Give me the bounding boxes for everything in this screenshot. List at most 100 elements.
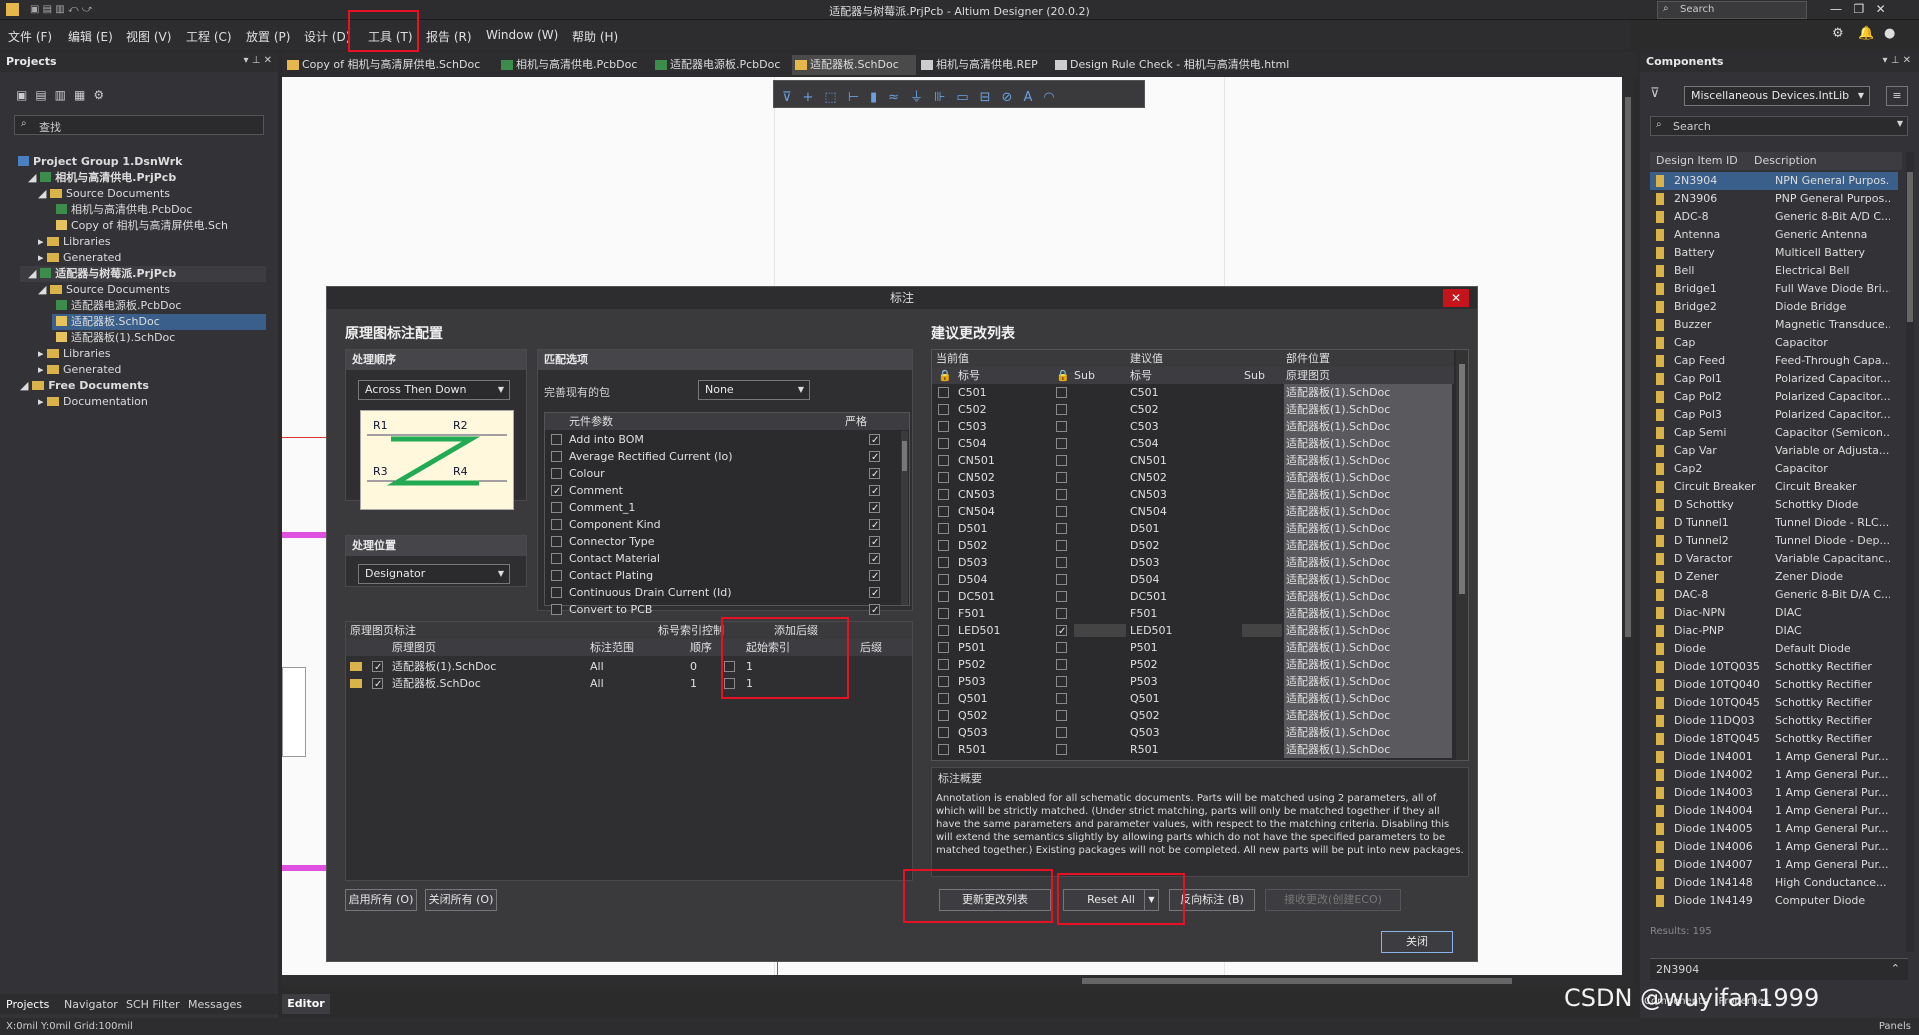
lock-sub-checkbox[interactable] bbox=[1056, 727, 1067, 738]
library-select[interactable]: Miscellaneous Devices.IntLib bbox=[1684, 86, 1870, 106]
component-row[interactable]: Diode 10TQ035 Schottky Rectifier bbox=[1650, 658, 1898, 676]
component-row[interactable]: Diode 1N4001 1 Amp General Pur... bbox=[1650, 748, 1898, 766]
param-strict-checkbox[interactable] bbox=[869, 585, 880, 602]
accept-changes-button[interactable]: 接收更改(创建ECO) bbox=[1265, 889, 1401, 911]
component-row[interactable]: Circuit Breaker Circuit Breaker bbox=[1650, 478, 1898, 496]
tree-item-schdoc3[interactable]: 适配器板(1).SchDoc bbox=[56, 330, 175, 346]
change-row[interactable]: CN504 CN504 适配器板(1).SchDoc bbox=[932, 503, 1454, 520]
lock-designator-checkbox[interactable] bbox=[938, 421, 949, 432]
canvas-vertical-scrollbar[interactable] bbox=[1622, 77, 1634, 975]
projects-toolbar-icons[interactable]: ▣▤▥▦⚙ bbox=[16, 88, 112, 102]
param-strict-checkbox[interactable] bbox=[869, 551, 880, 568]
component-row[interactable]: Buzzer Magnetic Transduce... bbox=[1650, 316, 1898, 334]
sheet-scope[interactable]: All bbox=[590, 675, 604, 692]
lock-designator-checkbox[interactable] bbox=[938, 625, 949, 636]
tab-navigator[interactable]: Navigator bbox=[64, 998, 118, 1011]
lock-designator-checkbox[interactable] bbox=[938, 591, 949, 602]
sheet-enable-checkbox[interactable] bbox=[372, 676, 383, 693]
lock-designator-checkbox[interactable] bbox=[938, 727, 949, 738]
filter-icon[interactable]: ⊽ bbox=[1650, 86, 1660, 101]
lock-designator-checkbox[interactable] bbox=[938, 659, 949, 670]
component-row[interactable]: Diode 1N4004 1 Amp General Pur... bbox=[1650, 802, 1898, 820]
lock-sub-checkbox[interactable] bbox=[1056, 489, 1067, 500]
component-row[interactable]: ADC-8 Generic 8-Bit A/D C... bbox=[1650, 208, 1898, 226]
panel-menu-icon[interactable]: ≡ bbox=[1886, 86, 1908, 106]
change-row[interactable]: P501 P501 适配器板(1).SchDoc bbox=[932, 639, 1454, 656]
settings-gear-icon[interactable]: ⚙ bbox=[1832, 26, 1844, 41]
change-row[interactable]: C504 C504 适配器板(1).SchDoc bbox=[932, 435, 1454, 452]
tree-item-free-docs[interactable]: ◢ Free Documents bbox=[20, 378, 149, 394]
lock-sub-checkbox[interactable] bbox=[1056, 557, 1067, 568]
lock-sub-checkbox[interactable] bbox=[1056, 387, 1067, 398]
param-enable-checkbox[interactable] bbox=[551, 604, 562, 615]
change-row[interactable]: C501 C501 适配器板(1).SchDoc bbox=[932, 384, 1454, 401]
change-row[interactable]: P502 P502 适配器板(1).SchDoc bbox=[932, 656, 1454, 673]
change-row[interactable]: D502 D502 适配器板(1).SchDoc bbox=[932, 537, 1454, 554]
change-row[interactable]: C503 C503 适配器板(1).SchDoc bbox=[932, 418, 1454, 435]
scrollbar-thumb[interactable] bbox=[1907, 172, 1913, 322]
change-row[interactable]: D503 D503 适配器板(1).SchDoc bbox=[932, 554, 1454, 571]
lock-designator-checkbox[interactable] bbox=[938, 387, 949, 398]
menu-project[interactable]: 工程 (C) bbox=[186, 28, 232, 45]
editor-tab[interactable]: Editor bbox=[282, 994, 330, 1014]
lock-designator-checkbox[interactable] bbox=[938, 438, 949, 449]
tab-messages[interactable]: Messages bbox=[188, 998, 242, 1011]
tree-item-libraries1[interactable]: ▸ Libraries bbox=[38, 234, 111, 250]
component-row[interactable]: Bridge2 Diode Bridge bbox=[1650, 298, 1898, 316]
component-row[interactable]: Cap Pol2 Polarized Capacitor... bbox=[1650, 388, 1898, 406]
panel-pin-icons[interactable]: ▾ ⊥ ✕ bbox=[1883, 55, 1911, 66]
panels-button[interactable]: Panels bbox=[1879, 1018, 1911, 1035]
param-strict-checkbox[interactable] bbox=[869, 568, 880, 585]
change-row[interactable]: P503 P503 适配器板(1).SchDoc bbox=[932, 673, 1454, 690]
component-row[interactable]: Diode 1N4006 1 Amp General Pur... bbox=[1650, 838, 1898, 856]
component-row[interactable]: Diode 1N4148 High Conductance... bbox=[1650, 874, 1898, 892]
component-row[interactable]: Cap Capacitor bbox=[1650, 334, 1898, 352]
lock-sub-checkbox[interactable] bbox=[1056, 523, 1067, 534]
dialog-close-btn[interactable]: 关闭 bbox=[1381, 931, 1453, 953]
lock-designator-checkbox[interactable] bbox=[938, 744, 949, 755]
position-select[interactable]: Designator bbox=[358, 564, 510, 584]
lock-designator-checkbox[interactable] bbox=[938, 676, 949, 687]
tree-item-workspace[interactable]: Project Group 1.DsnWrk bbox=[18, 154, 182, 170]
tree-item-libraries2[interactable]: ▸ Libraries bbox=[38, 346, 111, 362]
lock-designator-checkbox[interactable] bbox=[938, 404, 949, 415]
component-row[interactable]: Cap2 Capacitor bbox=[1650, 460, 1898, 478]
sheet-order[interactable]: 0 bbox=[690, 658, 697, 675]
component-row[interactable]: D Tunnel2 Tunnel Diode - Dep... bbox=[1650, 532, 1898, 550]
lock-sub-checkbox[interactable] bbox=[1056, 438, 1067, 449]
param-enable-checkbox[interactable] bbox=[551, 519, 562, 530]
lock-sub-checkbox[interactable] bbox=[1056, 506, 1067, 517]
lock-designator-checkbox[interactable] bbox=[938, 455, 949, 466]
components-search-input[interactable]: ⌕ Search ▼ bbox=[1650, 116, 1908, 136]
global-search-box[interactable]: ⌕ Search bbox=[1657, 1, 1807, 19]
param-enable-checkbox[interactable] bbox=[551, 502, 562, 513]
menu-edit[interactable]: 编辑 (E) bbox=[68, 28, 113, 45]
param-enable-checkbox[interactable] bbox=[551, 451, 562, 462]
tree-item-source-docs1[interactable]: ◢ Source Documents bbox=[38, 186, 170, 202]
component-row[interactable]: D Varactor Variable Capacitanc... bbox=[1650, 550, 1898, 568]
param-strict-checkbox[interactable] bbox=[869, 483, 880, 500]
param-enable-checkbox[interactable] bbox=[551, 587, 562, 598]
lock-sub-checkbox[interactable] bbox=[1056, 710, 1067, 721]
sheet-scope[interactable]: All bbox=[590, 658, 604, 675]
lock-sub-checkbox[interactable] bbox=[1056, 693, 1067, 704]
tab-sch-filter[interactable]: SCH Filter bbox=[126, 998, 180, 1011]
col-design-item-id[interactable]: Design Item ID bbox=[1656, 154, 1738, 167]
param-enable-checkbox[interactable] bbox=[551, 570, 562, 581]
enable-all-button[interactable]: 启用所有 (O) bbox=[345, 889, 417, 911]
component-row[interactable]: Antenna Generic Antenna bbox=[1650, 226, 1898, 244]
tab-adapter-pcbdoc[interactable]: 适配器电源板.PcbDoc bbox=[652, 55, 792, 75]
tree-item-pcbdoc2[interactable]: 适配器电源板.PcbDoc bbox=[56, 298, 181, 314]
param-enable-checkbox[interactable] bbox=[551, 536, 562, 547]
change-list-scrollbar[interactable] bbox=[1456, 350, 1468, 760]
tree-item-documentation[interactable]: ▸ Documentation bbox=[38, 394, 148, 410]
change-row[interactable]: F501 F501 适配器板(1).SchDoc bbox=[932, 605, 1454, 622]
tree-item-schdoc1[interactable]: Copy of 相机与高清屏供电.Sch bbox=[56, 218, 228, 234]
components-scrollbar[interactable] bbox=[1906, 152, 1914, 952]
param-enable-checkbox[interactable] bbox=[551, 468, 562, 479]
change-row[interactable]: CN501 CN501 适配器板(1).SchDoc bbox=[932, 452, 1454, 469]
component-row[interactable]: Diode 11DQ03 Schottky Rectifier bbox=[1650, 712, 1898, 730]
component-row[interactable]: Diac-PNP DIAC bbox=[1650, 622, 1898, 640]
lock-designator-checkbox[interactable] bbox=[938, 489, 949, 500]
component-row[interactable]: Cap Pol3 Polarized Capacitor... bbox=[1650, 406, 1898, 424]
